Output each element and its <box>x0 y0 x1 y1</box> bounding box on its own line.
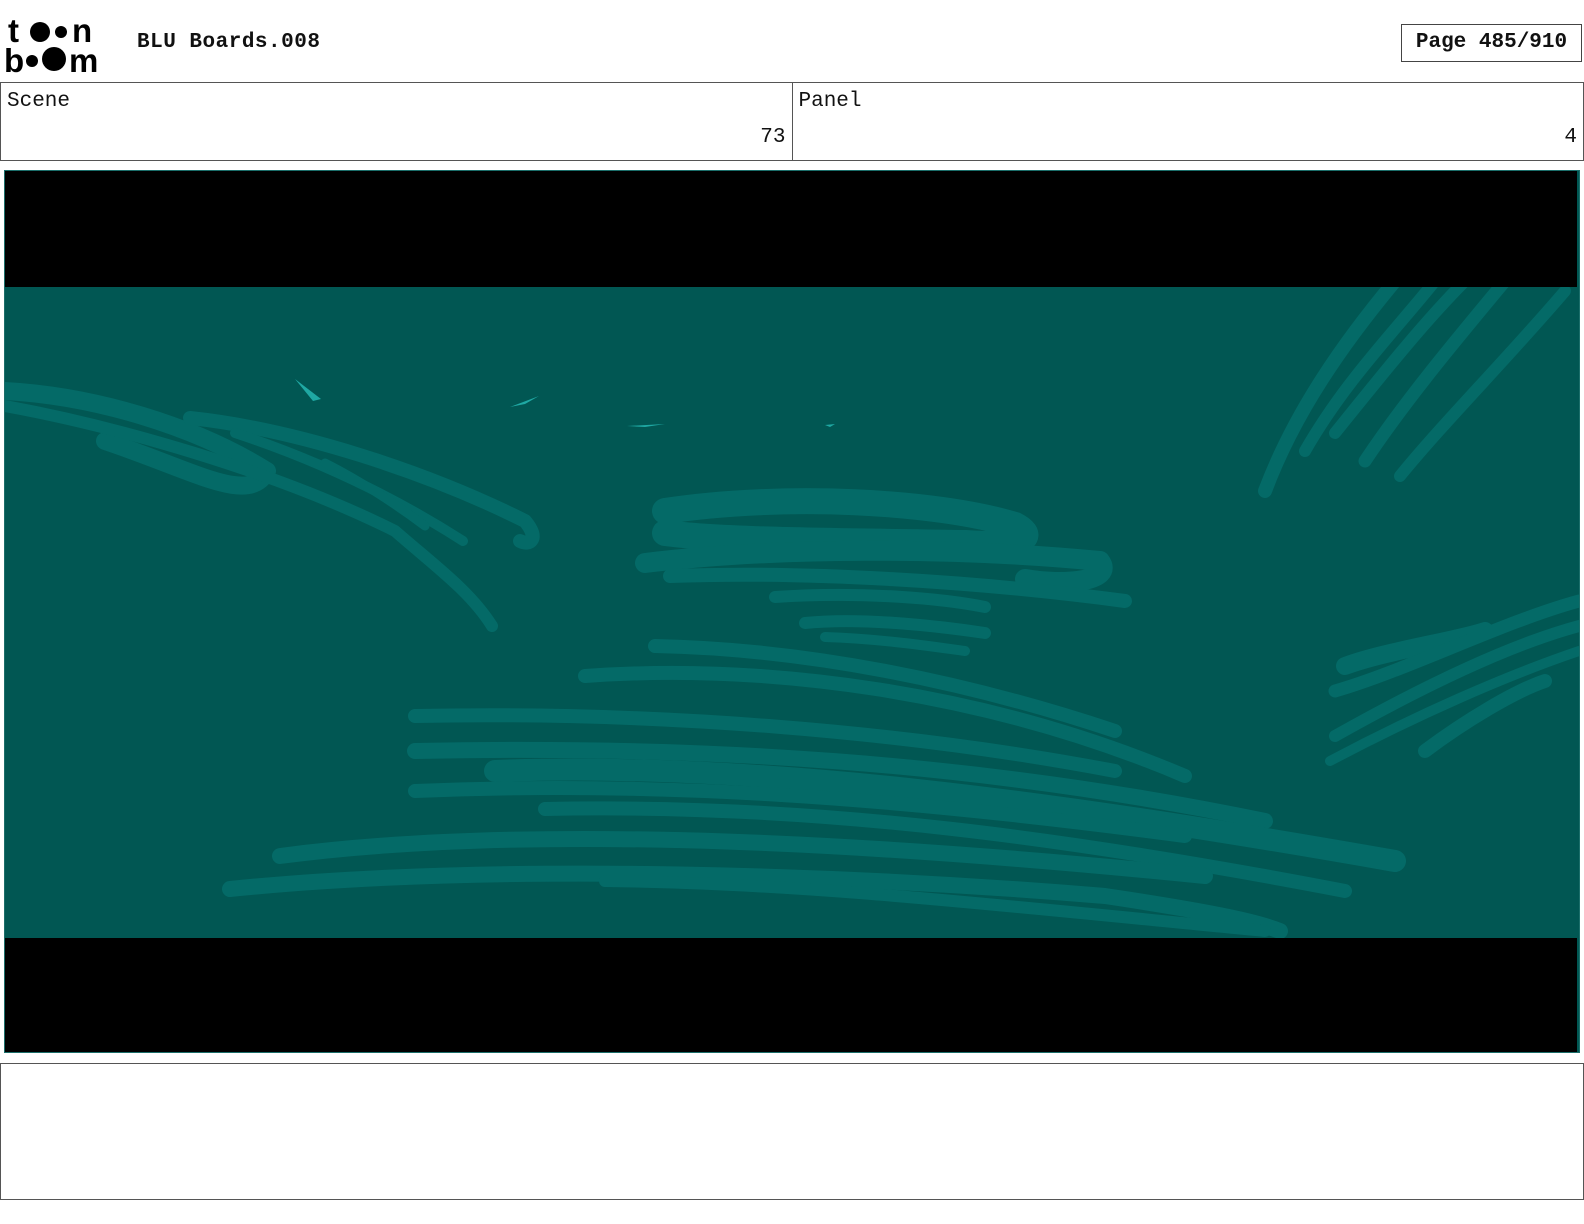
letterbox-top <box>5 171 1577 287</box>
letterbox-bottom <box>5 938 1577 1052</box>
panel-number: 4 <box>1564 126 1577 149</box>
project-title: BLU Boards.008 <box>137 31 321 54</box>
scene-number: 73 <box>760 126 786 149</box>
scene-panel-info-row: Scene 73 Panel 4 <box>0 82 1584 161</box>
svg-text:b: b <box>4 42 24 76</box>
sketch-highlights <box>295 379 835 427</box>
page-indicator: Page 485/910 <box>1401 24 1582 62</box>
storyboard-panel-image <box>4 170 1580 1053</box>
panel-field: Panel 4 <box>791 83 1584 160</box>
scene-label: Scene <box>7 90 71 113</box>
panel-notes-box <box>0 1063 1584 1200</box>
scene-field: Scene 73 <box>1 83 792 160</box>
sketch-strokes <box>5 274 1579 939</box>
panel-sketch <box>5 274 1579 939</box>
toon-boom-logo: t n b m <box>4 14 116 76</box>
panel-label: Panel <box>798 90 862 113</box>
svg-text:m: m <box>69 42 98 76</box>
